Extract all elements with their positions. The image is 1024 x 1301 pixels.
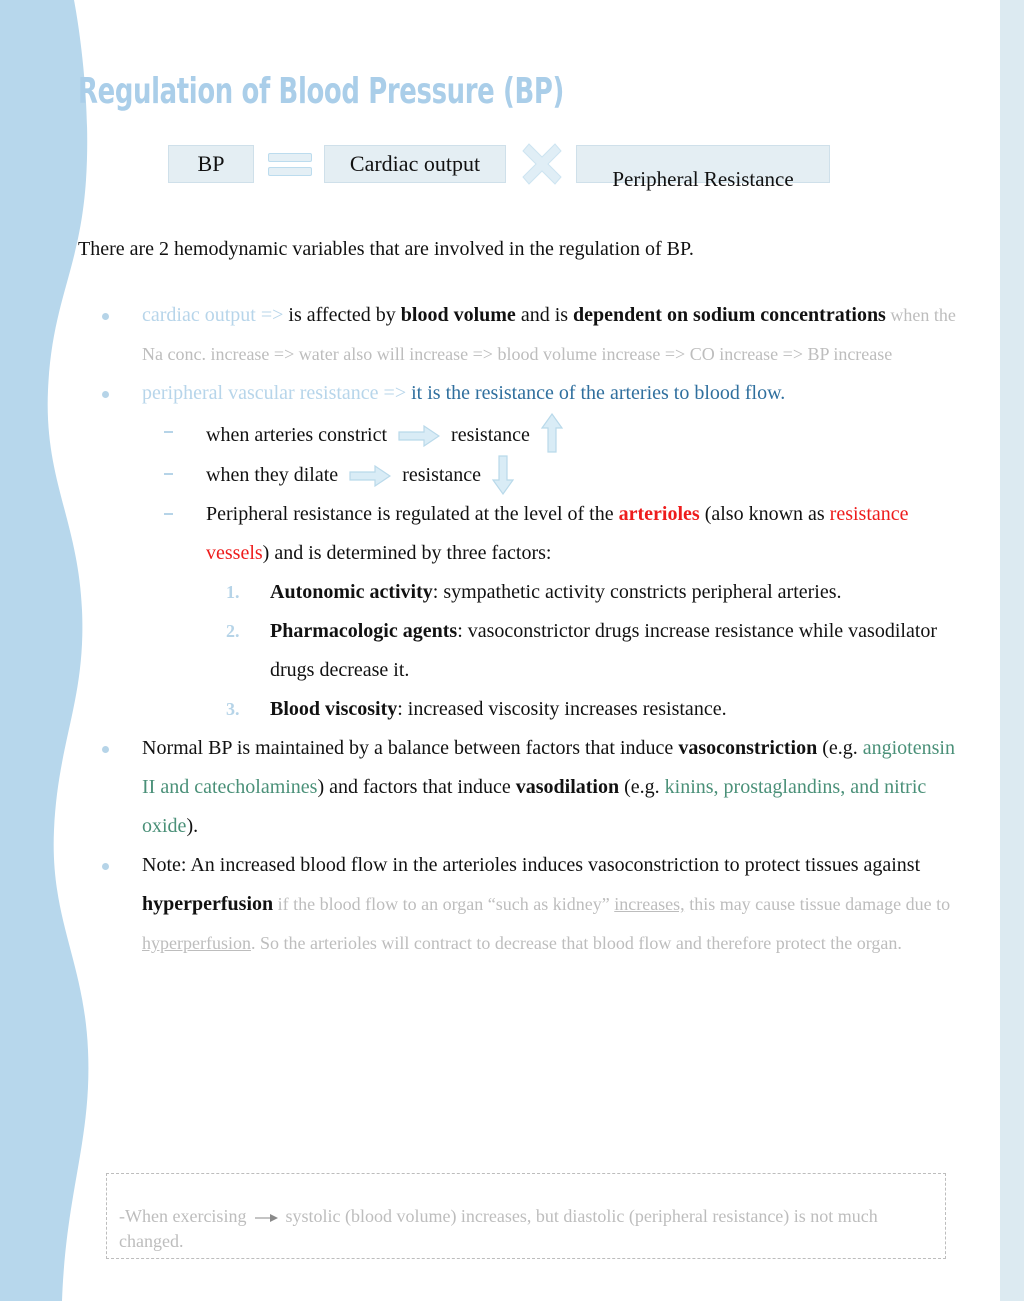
intro-paragraph: There are 2 hemodynamic variables that a… <box>78 238 694 260</box>
factor-text: : sympathetic activity constricts periph… <box>432 581 842 603</box>
factors-list: 1. Autonomic activity: sympathetic activ… <box>206 573 958 729</box>
balance-text-1: Normal BP is maintained by a balance bet… <box>142 737 679 759</box>
pvr-definition: it is the resistance of the arteries to … <box>406 382 786 404</box>
dash-marker-icon <box>164 513 173 515</box>
constrict-text-post: resistance <box>451 424 530 446</box>
note-text-1: Note: An increased blood flow in the art… <box>142 854 921 876</box>
equals-bar-top <box>268 153 312 162</box>
right-arrow-icon <box>349 465 392 488</box>
dash-marker-icon <box>164 431 173 433</box>
peripheral-resistance-box-label: Peripheral Resistance <box>612 167 794 191</box>
bp-box[interactable]: BP <box>168 145 254 183</box>
vasodilation-term: vasodilation <box>515 776 620 798</box>
bullet-dot-icon <box>102 391 109 398</box>
note-underline-increases: increases, <box>614 894 685 914</box>
regulated-text-1: Peripheral resistance is regulated at th… <box>206 503 619 525</box>
bullet-balance: Normal BP is maintained by a balance bet… <box>78 729 958 846</box>
dash-marker-icon <box>164 473 173 475</box>
balance-text-3: ) and factors that induce <box>317 776 516 798</box>
hyperperfusion-term: hyperperfusion <box>142 893 274 915</box>
bp-box-label: BP <box>197 151 225 176</box>
page-title: Regulation of Blood Pressure (BP) <box>78 71 565 112</box>
cardiac-output-term: cardiac output <box>142 304 256 326</box>
main-bullet-list: cardiac output => is affected by blood v… <box>78 296 958 963</box>
right-arrow-icon <box>398 425 441 448</box>
dilate-text-post: resistance <box>402 464 482 486</box>
arterioles-term: arterioles <box>618 503 700 525</box>
factor-number: 3. <box>226 699 240 719</box>
bullet-peripheral-vascular-resistance: peripheral vascular resistance => it is … <box>78 374 958 729</box>
balance-text-5: ). <box>186 815 199 837</box>
factor-title: Pharmacologic agents <box>270 620 458 642</box>
bullet-note: Note: An increased blood flow in the art… <box>78 846 958 963</box>
regulated-text-2: (also known as <box>699 503 830 525</box>
note-annotation-2: this may cause tissue damage due to <box>684 894 951 914</box>
small-right-arrow-icon <box>254 1213 278 1222</box>
up-arrow-icon <box>540 413 563 453</box>
balance-text-4: (e.g. <box>619 776 665 798</box>
factor-title: Blood viscosity <box>270 698 398 720</box>
note-annotation-1: if the blood flow to an organ “such as k… <box>273 894 615 914</box>
balance-text-2: (e.g. <box>817 737 863 759</box>
constrict-text-pre: when arteries constrict <box>206 424 388 446</box>
peripheral-resistance-box[interactable]: Peripheral Resistance <box>576 145 830 191</box>
right-edge-strip <box>1000 0 1024 1301</box>
bullet-cardiac-output: cardiac output => is affected by blood v… <box>78 296 958 374</box>
cardiac-output-bold-2: dependent on sodium concentrations <box>573 304 886 326</box>
bullet-dot-icon <box>102 863 109 870</box>
sub-bullet-constrict: when arteries constrict resistance <box>142 413 958 455</box>
note-annotation-3: . So the arterioles will contract to dec… <box>250 933 902 953</box>
cardiac-output-bold-1: blood volume <box>400 304 516 326</box>
equals-bar-bottom <box>268 167 312 176</box>
pvr-term: peripheral vascular resistance <box>142 382 379 404</box>
cardiac-output-arrow: => <box>260 304 284 326</box>
dilate-text-pre: when they dilate <box>206 464 339 486</box>
slide-page: Regulation of Blood Pressure (BP) BP Car… <box>0 0 1024 1301</box>
factor-number: 1. <box>226 582 240 602</box>
factor-item-2: 2. Pharmacologic agents: vasoconstrictor… <box>206 612 958 690</box>
footer-note-text: -When exercising systolic (blood volume)… <box>119 1204 931 1254</box>
multiply-icon <box>522 143 562 185</box>
footer-note-box: -When exercising systolic (blood volume)… <box>106 1173 946 1259</box>
equals-icon <box>268 153 312 177</box>
factor-item-3: 3. Blood viscosity: increased viscosity … <box>206 690 958 729</box>
pvr-arrow: => <box>383 382 407 404</box>
sub-bullet-dilate: when they dilate resistance <box>142 455 958 495</box>
cardiac-output-box[interactable]: Cardiac output <box>324 145 506 183</box>
pvr-sub-list: when arteries constrict resistance when … <box>142 413 958 729</box>
cardiac-output-box-label: Cardiac output <box>349 151 481 176</box>
factor-title: Autonomic activity <box>270 581 433 603</box>
cardiac-output-text-1: is affected by <box>288 304 401 326</box>
down-arrow-icon <box>492 455 515 495</box>
regulated-text-3: ) and is determined by three factors: <box>262 542 552 564</box>
sub-bullet-regulation: Peripheral resistance is regulated at th… <box>142 495 958 729</box>
factor-item-1: 1. Autonomic activity: sympathetic activ… <box>206 573 958 612</box>
bullet-dot-icon <box>102 313 109 320</box>
vasoconstriction-term: vasoconstriction <box>678 737 818 759</box>
cardiac-output-text-2: and is <box>515 304 574 326</box>
bp-equation-diagram: BP Cardiac output Peripheral Resistance <box>168 140 868 198</box>
factor-number: 2. <box>226 621 240 641</box>
footer-note-text-1: -When exercising <box>119 1206 247 1226</box>
note-underline-hyperperfusion: hyperperfusion <box>142 933 251 953</box>
bullet-dot-icon <box>102 746 109 753</box>
factor-text: : increased viscosity increases resistan… <box>397 698 727 720</box>
